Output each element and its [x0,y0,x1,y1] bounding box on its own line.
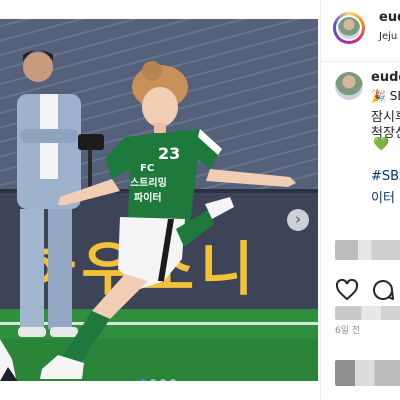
avatar [338,17,360,39]
blurred-comment-2 [335,360,400,386]
caption-username[interactable]: eudd [371,70,400,85]
photo-illustration: 하우소니 23 [0,19,318,381]
green-heart-icon: 💚 [373,137,390,152]
blurred-comment-1 [335,240,400,260]
header-username[interactable]: eudd [379,10,400,25]
caption-line-5: 이터 [371,191,395,206]
carousel-next-button[interactable]: › [287,209,309,231]
caption-hashtag[interactable]: #SBS [371,169,400,184]
caption-avatar[interactable] [335,72,363,100]
jersey-text-line-3: 파이터 [134,191,162,204]
carousel-dot-1 [140,379,146,381]
jersey-number: 23 [158,144,180,163]
carousel-indicator [0,379,318,381]
comment-icon[interactable] [371,278,395,302]
post-side-panel: eudd Jeju . eudd 🎉 SB 잠시후 척장신 💚 #SBS 이터 … [320,0,400,400]
jersey-text-line-1: FC [140,163,154,174]
carousel-dot-4 [170,379,176,381]
post-actions [321,278,400,302]
heart-icon[interactable] [335,278,359,302]
carousel-dot-3 [160,379,166,381]
blurred-likes [335,306,400,320]
chevron-right-icon: › [295,210,301,228]
post-photo[interactable]: 하우소니 23 [0,19,318,381]
header-location[interactable]: Jeju . [379,31,400,42]
post-timestamp: 6일 전 [335,326,361,336]
carousel-dot-2 [150,379,156,381]
post-header: eudd Jeju . [321,0,400,62]
jersey-text-line-2: 스트리밍 [130,176,167,189]
story-ring-avatar[interactable] [333,12,365,44]
caption-line-1: 🎉 SB [371,89,400,103]
